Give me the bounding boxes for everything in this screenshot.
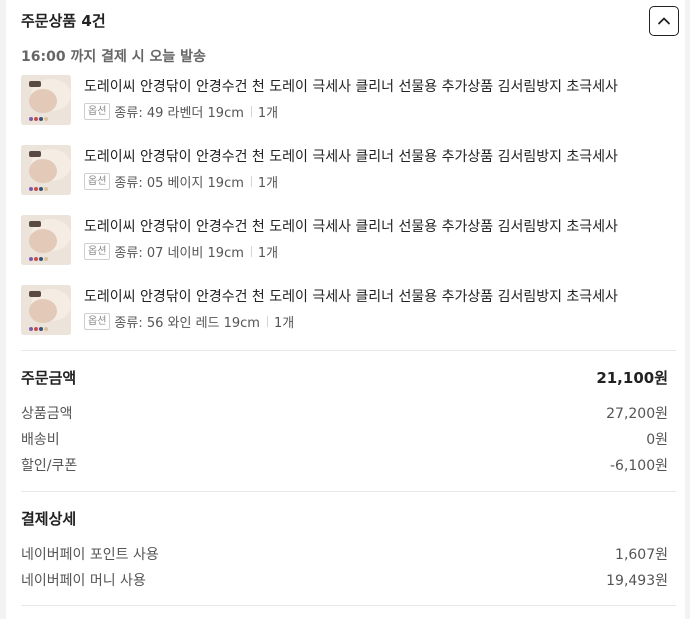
order-item[interactable]: 도레이씨 안경닦이 안경수건 천 도레이 극세사 클리너 선물용 추가상품 김서… <box>21 75 676 127</box>
shipping-fee-value: 0원 <box>646 432 668 448</box>
option-badge: 옵션 <box>84 172 111 190</box>
option-text: 종류: 05 베이지 19cm <box>114 175 244 191</box>
order-items-header: 주문상품 4건 <box>21 6 679 36</box>
shipping-deadline-note: 16:00 까지 결제 시 오늘 발송 <box>21 49 206 65</box>
option-divider <box>266 315 268 327</box>
item-option: 옵션 종류: 07 네이비 19cm 1개 <box>84 241 278 261</box>
shipping-fee-label: 배송비 <box>21 432 60 448</box>
product-thumbnail-image <box>21 145 71 195</box>
item-quantity: 1개 <box>257 105 279 121</box>
section-divider <box>21 350 676 351</box>
naverpay-money-label: 네이버페이 머니 사용 <box>21 573 146 589</box>
product-thumbnail <box>21 145 71 195</box>
product-thumbnail <box>21 215 71 265</box>
product-amount-value: 27,200원 <box>606 406 668 422</box>
naverpay-point-value: 1,607원 <box>615 547 668 563</box>
product-thumbnail-image <box>21 285 71 335</box>
product-amount-label: 상품금액 <box>21 406 73 422</box>
item-quantity: 1개 <box>257 175 279 191</box>
item-name[interactable]: 도레이씨 안경닦이 안경수건 천 도레이 극세사 클리너 선물용 추가상품 김서… <box>84 147 618 167</box>
item-option: 옵션 종류: 49 라벤더 19cm 1개 <box>84 101 278 121</box>
discount-coupon-value: -6,100원 <box>609 458 668 474</box>
option-text: 종류: 49 라벤더 19cm <box>114 105 244 121</box>
option-divider <box>250 175 252 187</box>
order-items-title: 주문상품 4건 <box>21 12 106 30</box>
naverpay-point-label: 네이버페이 포인트 사용 <box>21 547 159 563</box>
order-item[interactable]: 도레이씨 안경닦이 안경수건 천 도레이 극세사 클리너 선물용 추가상품 김서… <box>21 145 676 197</box>
option-badge: 옵션 <box>84 102 111 120</box>
option-divider <box>250 105 252 117</box>
collapse-button[interactable] <box>649 6 679 36</box>
item-option: 옵션 종류: 56 와인 레드 19cm 1개 <box>84 311 294 331</box>
discount-coupon-label: 할인/쿠폰 <box>21 458 78 474</box>
item-quantity: 1개 <box>257 245 279 261</box>
product-thumbnail-image <box>21 215 71 265</box>
product-thumbnail <box>21 285 71 335</box>
section-divider <box>21 605 676 606</box>
order-amount-total: 21,100원 <box>596 369 668 387</box>
item-name[interactable]: 도레이씨 안경닦이 안경수건 천 도레이 극세사 클리너 선물용 추가상품 김서… <box>84 287 618 307</box>
option-text: 종류: 07 네이비 19cm <box>114 245 244 261</box>
payment-detail-title: 결제상세 <box>21 510 77 528</box>
option-divider <box>250 245 252 257</box>
item-name[interactable]: 도레이씨 안경닦이 안경수건 천 도레이 극세사 클리너 선물용 추가상품 김서… <box>84 217 618 237</box>
product-thumbnail-image <box>21 75 71 125</box>
section-divider <box>21 491 676 492</box>
item-name[interactable]: 도레이씨 안경닦이 안경수건 천 도레이 극세사 클리너 선물용 추가상품 김서… <box>84 77 618 97</box>
option-text: 종류: 56 와인 레드 19cm <box>114 315 260 331</box>
order-amount-title: 주문금액 <box>21 369 77 387</box>
order-summary-panel: 주문상품 4건 16:00 까지 결제 시 오늘 발송 도레이씨 안경닦이 안경… <box>6 0 685 619</box>
option-badge: 옵션 <box>84 242 111 260</box>
naverpay-money-value: 19,493원 <box>606 573 668 589</box>
order-item[interactable]: 도레이씨 안경닦이 안경수건 천 도레이 극세사 클리너 선물용 추가상품 김서… <box>21 285 676 337</box>
chevron-up-icon <box>658 17 670 25</box>
product-thumbnail <box>21 75 71 125</box>
option-badge: 옵션 <box>84 312 111 330</box>
item-quantity: 1개 <box>273 315 295 331</box>
order-item[interactable]: 도레이씨 안경닦이 안경수건 천 도레이 극세사 클리너 선물용 추가상품 김서… <box>21 215 676 267</box>
item-option: 옵션 종류: 05 베이지 19cm 1개 <box>84 171 278 191</box>
